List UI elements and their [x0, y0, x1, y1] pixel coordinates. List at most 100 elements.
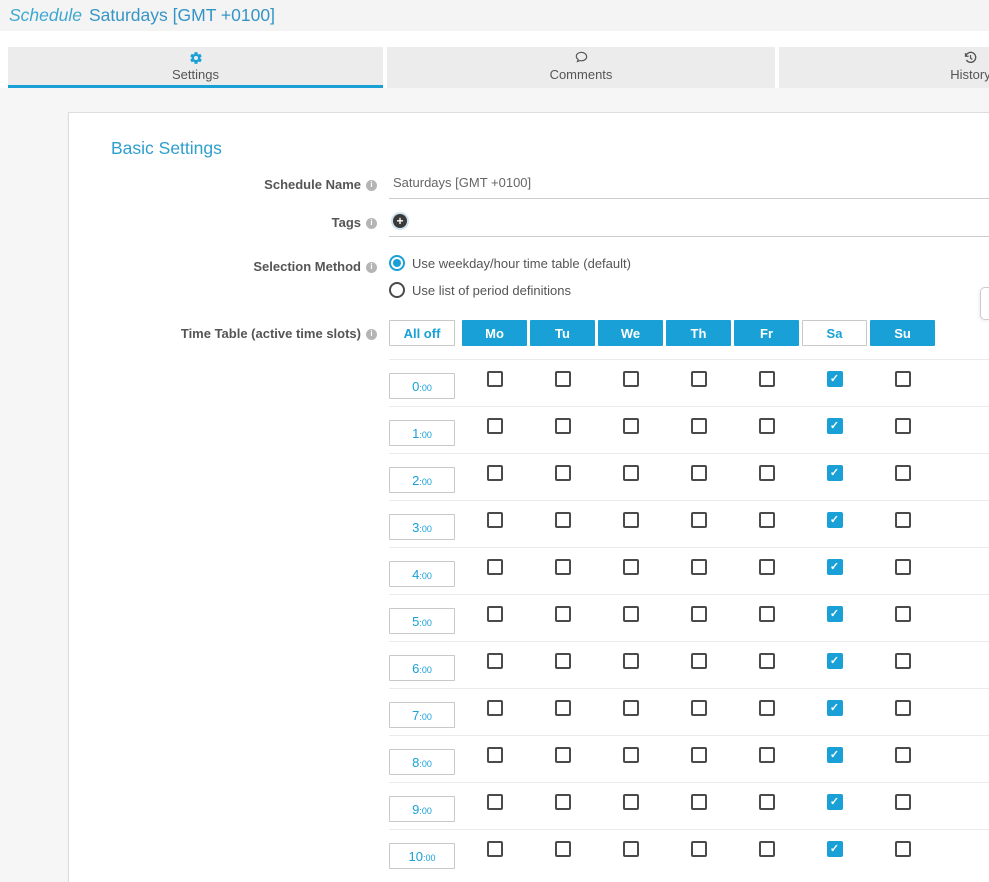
- timeslot-checkbox-we-2:00[interactable]: [623, 465, 639, 481]
- timeslot-checkbox-tu-4:00[interactable]: [555, 559, 571, 575]
- info-icon[interactable]: i: [366, 329, 377, 340]
- timeslot-checkbox-fr-7:00[interactable]: [759, 700, 775, 716]
- timeslot-checkbox-mo-8:00[interactable]: [487, 747, 503, 763]
- timeslot-checkbox-fr-2:00[interactable]: [759, 465, 775, 481]
- tab-settings[interactable]: Settings: [8, 47, 383, 88]
- timeslot-checkbox-su-4:00[interactable]: [895, 559, 911, 575]
- timeslot-checkbox-we-1:00[interactable]: [623, 418, 639, 434]
- selection-method-option[interactable]: Use list of period definitions: [389, 282, 989, 298]
- timeslot-checkbox-fr-1:00[interactable]: [759, 418, 775, 434]
- timeslot-checkbox-tu-0:00[interactable]: [555, 371, 571, 387]
- timeslot-checkbox-tu-9:00[interactable]: [555, 794, 571, 810]
- timeslot-checkbox-mo-2:00[interactable]: [487, 465, 503, 481]
- timeslot-checkbox-fr-4:00[interactable]: [759, 559, 775, 575]
- timeslot-checkbox-th-7:00[interactable]: [691, 700, 707, 716]
- day-column-button-sa[interactable]: Sa: [802, 320, 867, 346]
- timeslot-checkbox-tu-7:00[interactable]: [555, 700, 571, 716]
- day-column-button-su[interactable]: Su: [870, 320, 935, 346]
- hour-row-button-3[interactable]: 3:00: [389, 514, 455, 540]
- side-panel-handle[interactable]: [980, 287, 989, 320]
- hour-row-button-7[interactable]: 7:00: [389, 702, 455, 728]
- timeslot-checkbox-th-9:00[interactable]: [691, 794, 707, 810]
- timeslot-checkbox-sa-9:00[interactable]: ✓: [827, 794, 843, 810]
- timeslot-checkbox-th-1:00[interactable]: [691, 418, 707, 434]
- hour-row-button-5[interactable]: 5:00: [389, 608, 455, 634]
- timeslot-checkbox-su-7:00[interactable]: [895, 700, 911, 716]
- timeslot-checkbox-sa-6:00[interactable]: ✓: [827, 653, 843, 669]
- timeslot-checkbox-su-0:00[interactable]: [895, 371, 911, 387]
- timeslot-checkbox-sa-2:00[interactable]: ✓: [827, 465, 843, 481]
- timeslot-checkbox-th-8:00[interactable]: [691, 747, 707, 763]
- timeslot-checkbox-sa-3:00[interactable]: ✓: [827, 512, 843, 528]
- hour-row-button-0[interactable]: 0:00: [389, 373, 455, 399]
- timeslot-checkbox-mo-0:00[interactable]: [487, 371, 503, 387]
- timeslot-checkbox-tu-3:00[interactable]: [555, 512, 571, 528]
- timeslot-checkbox-th-2:00[interactable]: [691, 465, 707, 481]
- timeslot-checkbox-th-10:00[interactable]: [691, 841, 707, 857]
- timeslot-checkbox-sa-7:00[interactable]: ✓: [827, 700, 843, 716]
- timeslot-checkbox-su-5:00[interactable]: [895, 606, 911, 622]
- timeslot-checkbox-tu-2:00[interactable]: [555, 465, 571, 481]
- timeslot-checkbox-su-9:00[interactable]: [895, 794, 911, 810]
- all-off-button[interactable]: All off: [389, 320, 455, 346]
- timeslot-checkbox-fr-9:00[interactable]: [759, 794, 775, 810]
- timeslot-checkbox-we-6:00[interactable]: [623, 653, 639, 669]
- timeslot-checkbox-mo-10:00[interactable]: [487, 841, 503, 857]
- timeslot-checkbox-we-8:00[interactable]: [623, 747, 639, 763]
- timeslot-checkbox-tu-5:00[interactable]: [555, 606, 571, 622]
- timeslot-checkbox-mo-6:00[interactable]: [487, 653, 503, 669]
- timeslot-checkbox-th-3:00[interactable]: [691, 512, 707, 528]
- timeslot-checkbox-sa-4:00[interactable]: ✓: [827, 559, 843, 575]
- hour-row-button-9[interactable]: 9:00: [389, 796, 455, 822]
- timeslot-checkbox-we-9:00[interactable]: [623, 794, 639, 810]
- timeslot-checkbox-we-4:00[interactable]: [623, 559, 639, 575]
- timeslot-checkbox-su-10:00[interactable]: [895, 841, 911, 857]
- timeslot-checkbox-mo-5:00[interactable]: [487, 606, 503, 622]
- timeslot-checkbox-th-4:00[interactable]: [691, 559, 707, 575]
- hour-row-button-10[interactable]: 10:00: [389, 843, 455, 869]
- timeslot-checkbox-su-8:00[interactable]: [895, 747, 911, 763]
- timeslot-checkbox-sa-8:00[interactable]: ✓: [827, 747, 843, 763]
- timeslot-checkbox-fr-6:00[interactable]: [759, 653, 775, 669]
- timeslot-checkbox-fr-8:00[interactable]: [759, 747, 775, 763]
- timeslot-checkbox-fr-5:00[interactable]: [759, 606, 775, 622]
- timeslot-checkbox-th-6:00[interactable]: [691, 653, 707, 669]
- timeslot-checkbox-su-1:00[interactable]: [895, 418, 911, 434]
- day-column-button-mo[interactable]: Mo: [462, 320, 527, 346]
- timeslot-checkbox-th-0:00[interactable]: [691, 371, 707, 387]
- timeslot-checkbox-tu-8:00[interactable]: [555, 747, 571, 763]
- timeslot-checkbox-su-2:00[interactable]: [895, 465, 911, 481]
- timeslot-checkbox-su-3:00[interactable]: [895, 512, 911, 528]
- timeslot-checkbox-sa-0:00[interactable]: ✓: [827, 371, 843, 387]
- timeslot-checkbox-mo-7:00[interactable]: [487, 700, 503, 716]
- info-icon[interactable]: i: [366, 180, 377, 191]
- timeslot-checkbox-we-0:00[interactable]: [623, 371, 639, 387]
- day-column-button-we[interactable]: We: [598, 320, 663, 346]
- hour-row-button-6[interactable]: 6:00: [389, 655, 455, 681]
- timeslot-checkbox-tu-6:00[interactable]: [555, 653, 571, 669]
- add-tag-button[interactable]: +: [393, 214, 407, 228]
- timeslot-checkbox-we-10:00[interactable]: [623, 841, 639, 857]
- timeslot-checkbox-sa-10:00[interactable]: ✓: [827, 841, 843, 857]
- day-column-button-th[interactable]: Th: [666, 320, 731, 346]
- timeslot-checkbox-sa-1:00[interactable]: ✓: [827, 418, 843, 434]
- hour-row-button-8[interactable]: 8:00: [389, 749, 455, 775]
- info-icon[interactable]: i: [366, 218, 377, 229]
- timeslot-checkbox-we-5:00[interactable]: [623, 606, 639, 622]
- timeslot-checkbox-we-7:00[interactable]: [623, 700, 639, 716]
- timeslot-checkbox-tu-1:00[interactable]: [555, 418, 571, 434]
- timeslot-checkbox-fr-10:00[interactable]: [759, 841, 775, 857]
- tab-history[interactable]: History: [779, 47, 989, 88]
- day-column-button-fr[interactable]: Fr: [734, 320, 799, 346]
- selection-method-option[interactable]: Use weekday/hour time table (default): [389, 255, 989, 271]
- hour-row-button-2[interactable]: 2:00: [389, 467, 455, 493]
- timeslot-checkbox-th-5:00[interactable]: [691, 606, 707, 622]
- timeslot-checkbox-fr-0:00[interactable]: [759, 371, 775, 387]
- radio-button-icon[interactable]: [389, 255, 405, 271]
- radio-button-icon[interactable]: [389, 282, 405, 298]
- timeslot-checkbox-su-6:00[interactable]: [895, 653, 911, 669]
- timeslot-checkbox-mo-3:00[interactable]: [487, 512, 503, 528]
- hour-row-button-1[interactable]: 1:00: [389, 420, 455, 446]
- day-column-button-tu[interactable]: Tu: [530, 320, 595, 346]
- timeslot-checkbox-fr-3:00[interactable]: [759, 512, 775, 528]
